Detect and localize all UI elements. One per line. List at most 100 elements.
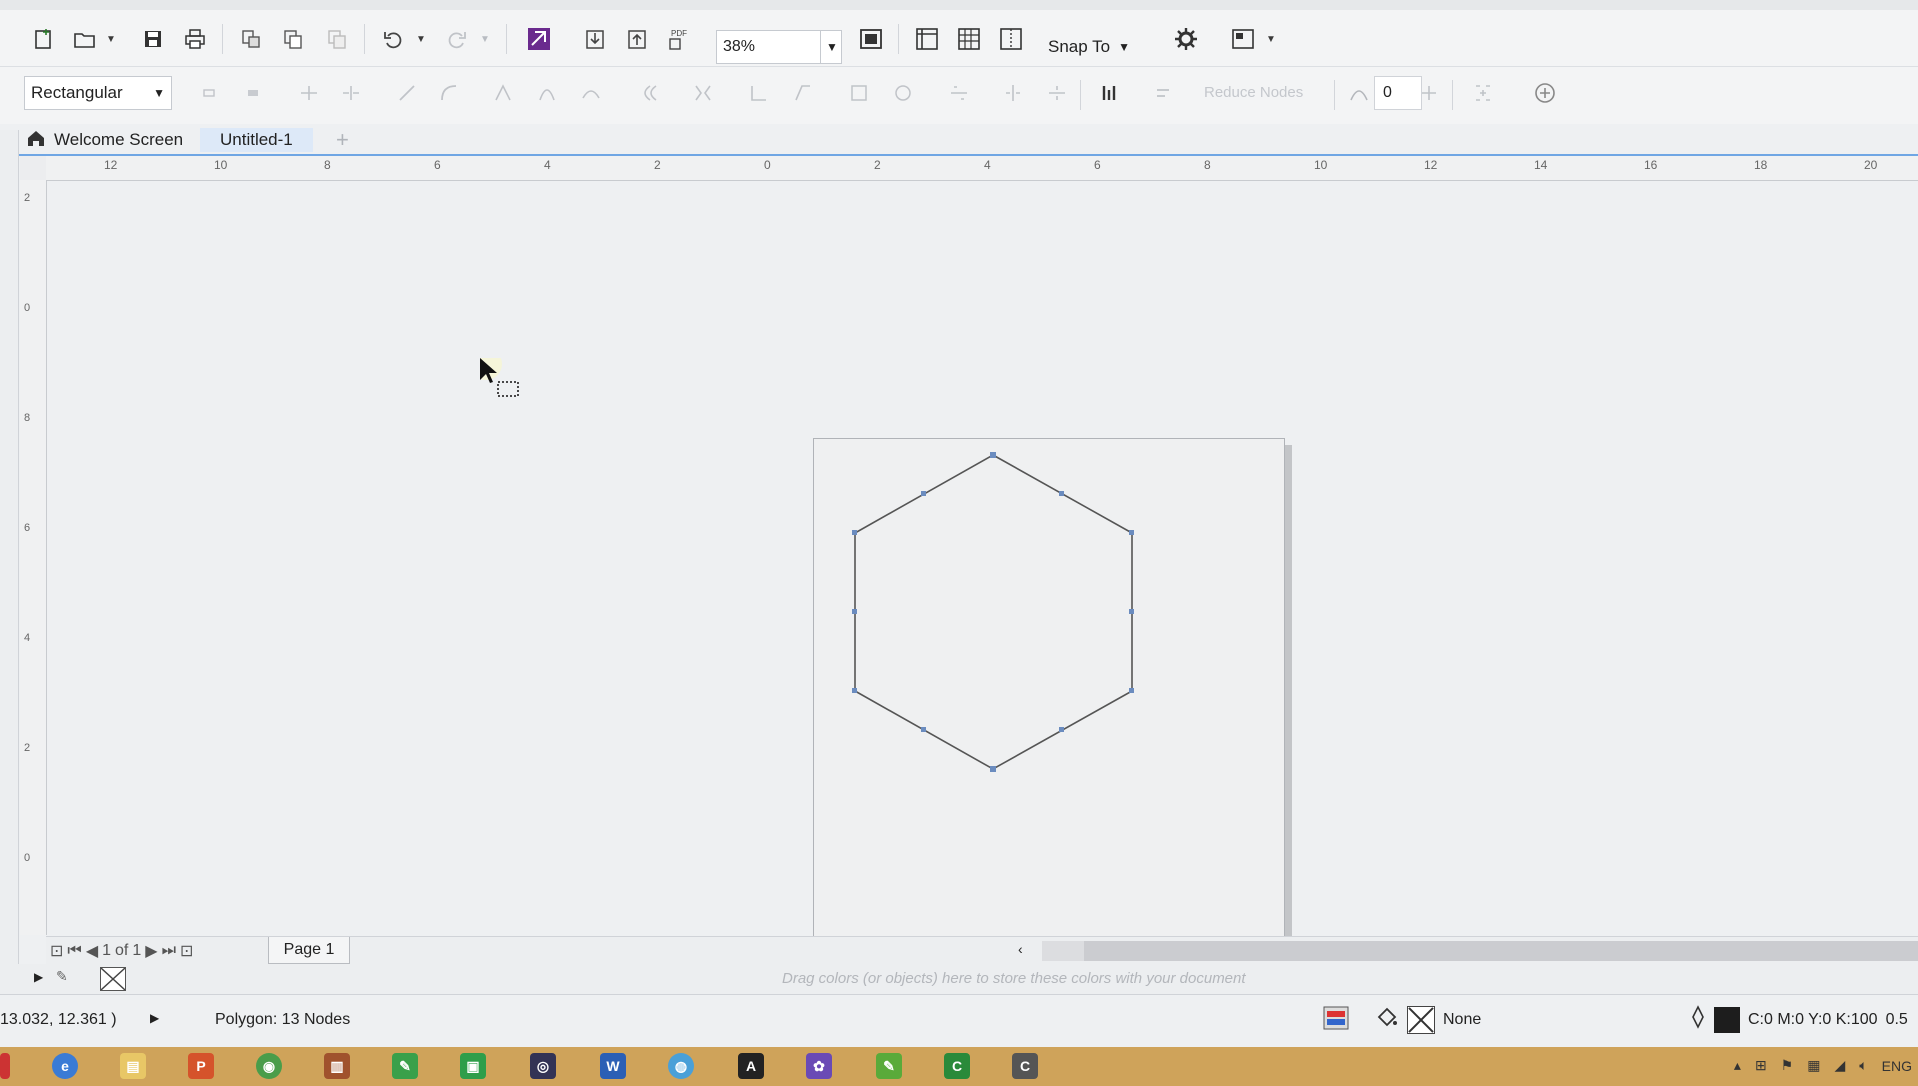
- snap-to-dropdown[interactable]: Snap To ▼: [1048, 30, 1130, 64]
- redo-dropdown-icon[interactable]: ▼: [478, 24, 492, 54]
- coreldraw-app-icon[interactable]: ✎: [392, 1053, 418, 1079]
- tray-expand-icon[interactable]: ▴: [1734, 1057, 1741, 1074]
- open-folder-icon[interactable]: [70, 24, 100, 54]
- file-explorer-icon[interactable]: ▤: [120, 1053, 146, 1079]
- show-grid-icon[interactable]: [954, 24, 984, 54]
- document-palette[interactable]: ▶ ✎ Drag colors (or objects) here to sto…: [0, 964, 1918, 995]
- print-icon[interactable]: [180, 24, 210, 54]
- node-handle[interactable]: [852, 609, 857, 614]
- new-tab-plus-icon[interactable]: +: [336, 127, 349, 152]
- node-handle[interactable]: [1129, 688, 1134, 693]
- extend-curve-icon[interactable]: [690, 80, 716, 106]
- selection-mode-dropdown[interactable]: Rectangular ▼: [24, 76, 172, 110]
- import-icon[interactable]: [580, 24, 610, 54]
- convert-to-curve-icon[interactable]: [436, 80, 462, 106]
- add-page-after-icon[interactable]: ⊡: [180, 941, 193, 961]
- page-1-tab[interactable]: Page 1: [268, 937, 350, 964]
- convert-to-line-icon[interactable]: [394, 80, 420, 106]
- internet-explorer-icon[interactable]: e: [52, 1053, 78, 1079]
- search-content-icon[interactable]: [524, 24, 554, 54]
- node-handle[interactable]: [852, 688, 857, 693]
- new-document-icon[interactable]: [28, 24, 58, 54]
- status-expand-icon[interactable]: ▶: [150, 1011, 159, 1025]
- copy-icon[interactable]: [278, 24, 308, 54]
- paste-icon[interactable]: [322, 24, 352, 54]
- browser-icon[interactable]: ◍: [668, 1053, 694, 1079]
- add-node-icon[interactable]: [196, 80, 222, 106]
- tab-untitled-1[interactable]: Untitled-1: [200, 128, 313, 152]
- chrome-icon[interactable]: ◉: [256, 1053, 282, 1079]
- last-page-icon[interactable]: ⏭: [162, 942, 176, 960]
- tray-language[interactable]: ENG: [1882, 1058, 1912, 1074]
- export-icon[interactable]: [622, 24, 652, 54]
- show-rulers-icon[interactable]: [912, 24, 942, 54]
- undo-icon[interactable]: [378, 24, 408, 54]
- launcher-dropdown-icon[interactable]: ▼: [1264, 24, 1278, 54]
- publish-pdf-icon[interactable]: PDF: [664, 24, 694, 54]
- break-curve-icon[interactable]: [338, 80, 364, 106]
- node-handle[interactable]: [990, 452, 996, 458]
- reduce-nodes-button[interactable]: Reduce Nodes: [1204, 84, 1303, 101]
- drawing-canvas[interactable]: [47, 181, 1918, 1048]
- stretch-nodes-icon[interactable]: [846, 80, 872, 106]
- powerpoint-icon[interactable]: P: [188, 1053, 214, 1079]
- node-handle[interactable]: [921, 727, 926, 732]
- vertical-ruler[interactable]: 2 0 8 6 4 2 0: [20, 180, 47, 935]
- extract-subpath-icon[interactable]: [746, 80, 772, 106]
- close-curve-icon[interactable]: [790, 80, 816, 106]
- coreldraw-active-icon[interactable]: ✎: [876, 1053, 902, 1079]
- show-guidelines-icon[interactable]: [996, 24, 1026, 54]
- tray-network-icon[interactable]: ▦: [1807, 1057, 1820, 1074]
- redo-icon[interactable]: [442, 24, 472, 54]
- disc-app-icon[interactable]: ◎: [530, 1053, 556, 1079]
- settings-app-icon[interactable]: ✿: [806, 1053, 832, 1079]
- archive-app-icon[interactable]: ▥: [324, 1053, 350, 1079]
- node-handle[interactable]: [921, 491, 926, 496]
- add-toolbar-icon[interactable]: [1530, 80, 1560, 106]
- undo-dropdown-icon[interactable]: ▼: [414, 24, 428, 54]
- selected-hexagon[interactable]: [854, 454, 1133, 770]
- add-page-before-icon[interactable]: ⊡: [50, 941, 63, 961]
- node-handle[interactable]: [1129, 609, 1134, 614]
- tray-volume-icon[interactable]: 🔈︎: [1859, 1057, 1867, 1074]
- select-nodes-grid-icon[interactable]: [1470, 80, 1496, 106]
- horizontal-scrollbar[interactable]: [1042, 941, 1918, 961]
- align-nodes-icon[interactable]: [946, 80, 972, 106]
- previous-page-icon[interactable]: ◀: [86, 941, 98, 961]
- open-dropdown-icon[interactable]: ▼: [104, 24, 118, 54]
- no-color-swatch[interactable]: [100, 967, 126, 991]
- options-gear-icon[interactable]: [1170, 24, 1202, 54]
- tray-flag-icon[interactable]: ⚑: [1781, 1057, 1794, 1074]
- horizontal-ruler[interactable]: 12 10 8 6 4 2 0 2 4 6 8 10 12 14 16 18 20: [46, 156, 1918, 181]
- first-page-icon[interactable]: ⏮: [67, 942, 81, 960]
- tray-signal-icon[interactable]: ◢: [1834, 1057, 1845, 1074]
- join-nodes-icon[interactable]: [296, 80, 322, 106]
- increase-smoothness-icon[interactable]: [1416, 80, 1442, 106]
- scrollbar-thumb[interactable]: [1084, 941, 1918, 961]
- next-page-icon[interactable]: ▶: [145, 941, 157, 961]
- palette-flyout-icon[interactable]: ▶: [34, 970, 43, 984]
- zoom-dropdown-icon[interactable]: ▼: [820, 30, 843, 64]
- tray-windows-icon[interactable]: ⊞: [1755, 1057, 1767, 1074]
- rotate-nodes-icon[interactable]: [890, 80, 916, 106]
- smooth-node-icon[interactable]: [534, 80, 560, 106]
- cusp-node-icon[interactable]: [490, 80, 516, 106]
- symmetrical-node-icon[interactable]: [578, 80, 604, 106]
- corel-capture-icon[interactable]: C: [944, 1053, 970, 1079]
- node-handle[interactable]: [1129, 530, 1134, 535]
- acrobat-icon[interactable]: A: [738, 1053, 764, 1079]
- save-icon[interactable]: [138, 24, 168, 54]
- node-handle[interactable]: [1059, 491, 1064, 496]
- full-screen-preview-icon[interactable]: [856, 24, 886, 54]
- fill-indicator[interactable]: None: [1375, 1005, 1481, 1034]
- node-handle[interactable]: [1059, 727, 1064, 732]
- corel-connect-icon[interactable]: C: [1012, 1053, 1038, 1079]
- reverse-direction-icon[interactable]: [634, 80, 660, 106]
- mirror-vertical-icon[interactable]: [1044, 80, 1070, 106]
- node-handle[interactable]: [852, 530, 857, 535]
- select-all-nodes-icon[interactable]: [1150, 80, 1176, 106]
- palette-eyedropper-icon[interactable]: ✎: [56, 968, 68, 985]
- start-button-icon[interactable]: [0, 1053, 10, 1079]
- curve-smoothness-input[interactable]: 0: [1374, 76, 1422, 110]
- mirror-horizontal-icon[interactable]: [1000, 80, 1026, 106]
